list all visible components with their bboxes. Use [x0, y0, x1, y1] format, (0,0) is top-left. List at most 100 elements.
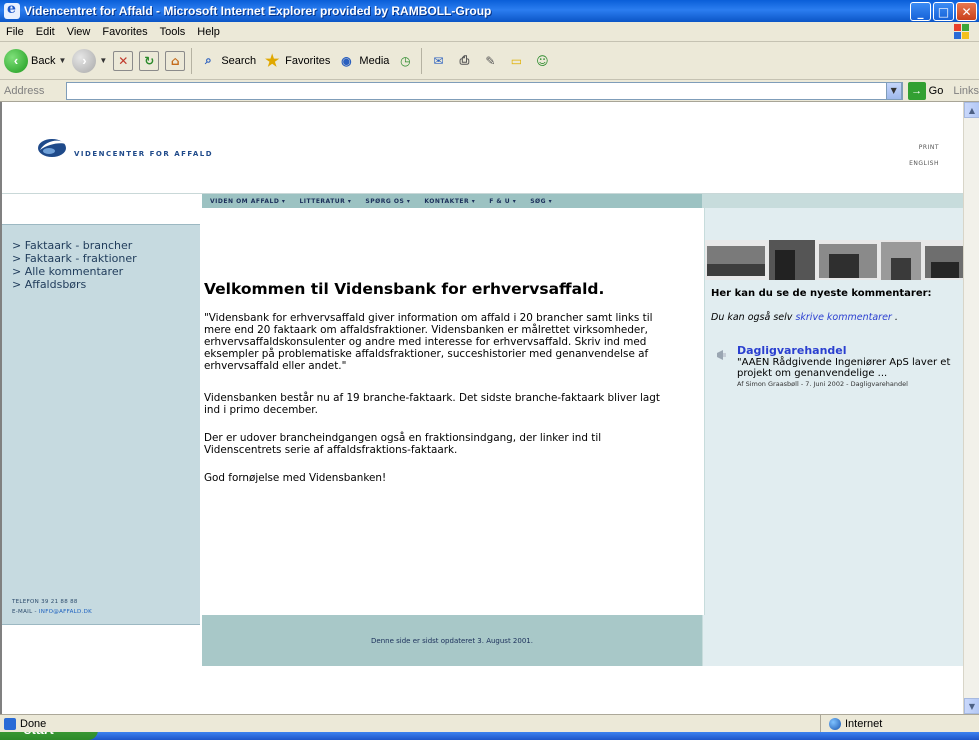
- home-icon[interactable]: ⌂: [165, 50, 186, 71]
- windows-taskbar: start: [0, 732, 979, 740]
- english-link[interactable]: ENGLISH: [909, 156, 939, 172]
- site-nav: VIDEN OM AFFALD ▾ LITTERATUR ▾ SPØRG OS …: [202, 194, 702, 208]
- menu-help[interactable]: Help: [197, 26, 220, 38]
- photo-strip: [705, 240, 963, 280]
- print-link[interactable]: PRINT: [909, 140, 939, 156]
- back-label: Back: [31, 54, 56, 67]
- menu-bar: File Edit View Favorites Tools Help: [0, 22, 979, 42]
- comments-invite-suffix: .: [894, 312, 898, 323]
- media-icon: ◉: [341, 53, 352, 68]
- contact-phone: TELEFON 39 21 88 88: [12, 599, 78, 605]
- back-button[interactable]: ‹ Back ▼: [4, 47, 66, 75]
- page-footer: Denne side er sidst opdateret 3. August …: [202, 615, 702, 666]
- status-bar: Done Internet: [0, 714, 979, 733]
- messenger-icon[interactable]: ☺: [532, 51, 552, 71]
- favorites-button[interactable]: ★ Favorites: [262, 47, 330, 75]
- dropdown-arrow-icon: ▼: [99, 56, 108, 65]
- sidebar: > Faktaark - brancher > Faktaark - frakt…: [2, 224, 200, 624]
- stop-icon[interactable]: ✕: [113, 50, 134, 71]
- nav-kontakter[interactable]: KONTAKTER ▾: [424, 198, 475, 205]
- print-icon[interactable]: ⎙: [454, 51, 474, 71]
- comment-excerpt: "AAEN Rådgivende Ingeniører ApS laver et…: [737, 357, 951, 379]
- forward-arrow-icon: ›: [72, 48, 97, 73]
- sidebar-contact: TELEFON 39 21 88 88 E-MAIL - INFO@AFFALD…: [12, 597, 92, 617]
- search-icon: ⌕: [204, 53, 212, 67]
- media-button[interactable]: ◉ Media: [336, 47, 389, 75]
- comment-meta: Af Simon Graasbøll - 7. Juni 2002 - Dagl…: [737, 380, 908, 388]
- window-controls: _ □ ✕: [910, 2, 977, 21]
- comment-body: Dagligvarehandel "AAEN Rådgivende Ingeni…: [737, 344, 955, 388]
- links-toolbar[interactable]: Links: [953, 85, 979, 97]
- last-updated-text: Denne side er sidst opdateret 3. August …: [371, 636, 533, 645]
- megaphone-icon: [717, 350, 726, 360]
- nav-right-spacer: [702, 194, 963, 208]
- menu-favorites[interactable]: Favorites: [102, 26, 147, 38]
- page-icon: [4, 717, 16, 730]
- window-titlebar[interactable]: Videncentret for Affald - Microsoft Inte…: [0, 0, 979, 22]
- search-label: Search: [221, 54, 257, 67]
- fraction-paragraph: Der er udover brancheindgangen også en f…: [204, 432, 602, 456]
- contact-email-label: E-MAIL: [12, 609, 33, 615]
- nav-spoerg-os[interactable]: SPØRG OS ▾: [365, 198, 410, 205]
- maximize-button[interactable]: □: [933, 2, 954, 21]
- contact-email-row: E-MAIL - INFO@AFFALD.DK: [12, 609, 93, 615]
- comments-invite: Du kan også selv skrive kommentarer .: [711, 312, 898, 323]
- nav-left-spacer: [2, 194, 202, 208]
- page-title: Velkommen til Vidensbank for erhvervsaff…: [204, 280, 605, 298]
- forward-button[interactable]: › ▼: [72, 47, 107, 75]
- comment-item: Dagligvarehandel "AAEN Rådgivende Ingeni…: [715, 344, 955, 388]
- sidebar-item-faktaark-fraktioner[interactable]: > Faktaark - fraktioner: [2, 252, 200, 265]
- address-dropdown-icon[interactable]: ▼: [885, 81, 902, 100]
- edit-icon[interactable]: ✎: [480, 51, 500, 71]
- window-title: Videncentret for Affald - Microsoft Inte…: [24, 4, 492, 18]
- search-button[interactable]: ⌕ Search: [198, 47, 256, 75]
- comment-title-link[interactable]: Dagligvarehandel: [737, 344, 955, 357]
- address-input[interactable]: [65, 81, 903, 100]
- nav-soeg[interactable]: SØG ▾: [530, 198, 552, 205]
- menu-edit[interactable]: Edit: [36, 26, 55, 38]
- intro-paragraph: "Vidensbank for erhvervsaffald giver inf…: [204, 312, 653, 372]
- windows-flag-icon: [954, 24, 969, 39]
- contact-email-link[interactable]: INFO@AFFALD.DK: [39, 609, 92, 615]
- start-button[interactable]: start: [0, 732, 98, 740]
- page-viewport: VIDENCENTER FOR AFFALD PRINT ENGLISH VID…: [0, 102, 963, 714]
- main-content: Velkommen til Vidensbank for erhvervsaff…: [202, 208, 702, 648]
- videncenter-logo-icon[interactable]: [36, 132, 68, 164]
- toolbar-separator: [421, 47, 423, 74]
- globe-icon: [829, 717, 841, 730]
- history-icon[interactable]: ◷: [395, 51, 415, 71]
- go-button[interactable]: → Go: [907, 81, 943, 100]
- sidebar-item-affaldsboers[interactable]: > Affaldsbørs: [2, 278, 200, 291]
- sidebar-item-alle-kommentarer[interactable]: > Alle kommentarer: [2, 265, 200, 278]
- mail-icon[interactable]: ✉: [428, 51, 448, 71]
- sidebar-links: > Faktaark - brancher > Faktaark - frakt…: [2, 239, 200, 291]
- nav-f-og-u[interactable]: F & U ▾: [489, 198, 516, 205]
- comments-panel: Her kan du se de nyeste kommentarer: Du …: [704, 208, 963, 648]
- close-button[interactable]: ✕: [956, 2, 977, 21]
- folder-icon[interactable]: ▭: [506, 51, 526, 71]
- footer-right-spacer: [702, 615, 963, 666]
- menu-view[interactable]: View: [67, 26, 91, 38]
- comments-heading: Her kan du se de nyeste kommentarer:: [711, 288, 932, 299]
- go-arrow-icon: →: [907, 81, 926, 100]
- back-arrow-icon: ‹: [4, 48, 28, 73]
- scroll-down-icon[interactable]: ▼: [964, 698, 979, 714]
- nav-litteratur[interactable]: LITTERATUR ▾: [299, 198, 351, 205]
- menu-file[interactable]: File: [6, 26, 24, 38]
- minimize-button[interactable]: _: [910, 2, 931, 21]
- scroll-up-icon[interactable]: ▲: [964, 102, 979, 118]
- nav-viden-om-affald[interactable]: VIDEN OM AFFALD ▾: [210, 198, 285, 205]
- sidebar-item-faktaark-brancher[interactable]: > Faktaark - brancher: [2, 239, 200, 252]
- logo-text[interactable]: VIDENCENTER FOR AFFALD: [74, 150, 213, 158]
- refresh-icon[interactable]: ↻: [139, 50, 160, 71]
- dropdown-arrow-icon: ▼: [58, 56, 67, 65]
- write-comments-link[interactable]: skrive kommentarer: [795, 312, 891, 323]
- sidebar-bottom: [2, 624, 200, 714]
- security-zone: Internet: [820, 714, 970, 733]
- address-label: Address: [4, 84, 45, 97]
- star-icon: ★: [265, 52, 280, 70]
- menu-tools[interactable]: Tools: [160, 26, 186, 38]
- vertical-scrollbar[interactable]: ▲ ▼: [963, 102, 979, 714]
- banner-photos-image: [705, 240, 963, 280]
- zone-text: Internet: [845, 717, 883, 730]
